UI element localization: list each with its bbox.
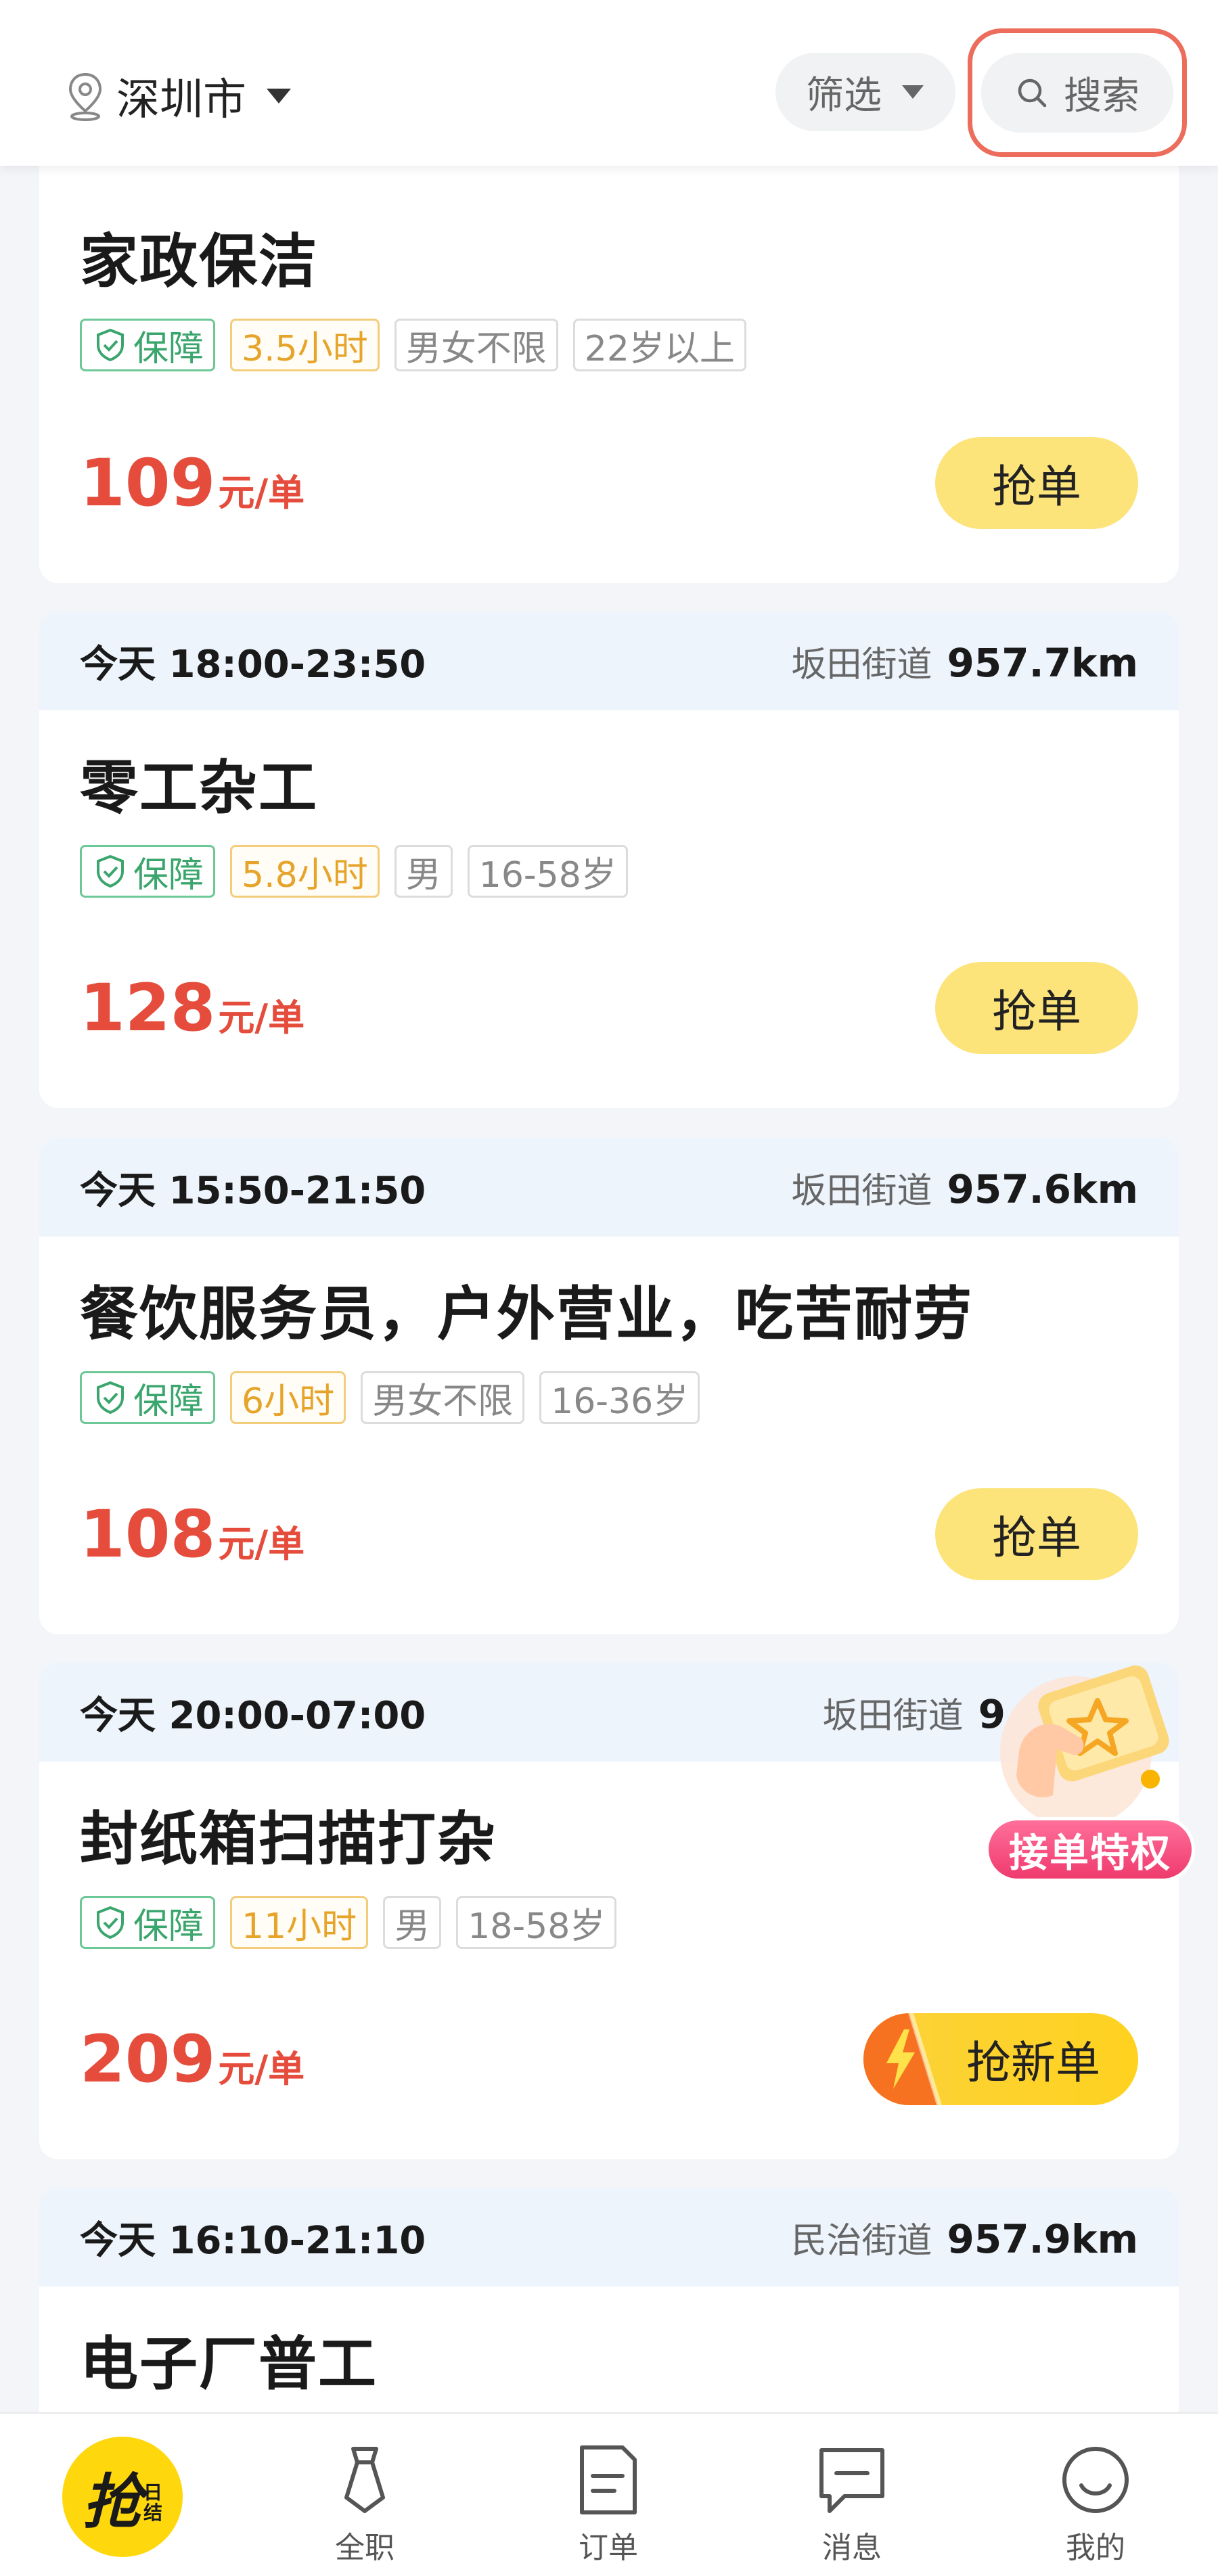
job-price: 108 元/单 xyxy=(80,1496,305,1572)
job-time: 今天 15:50-21:50 xyxy=(80,1168,426,1213)
filter-label: 筛选 xyxy=(806,73,882,118)
badge-label: 接单特权 xyxy=(985,1817,1195,1882)
job-tags: 保障 5.8小时 男 16-58岁 xyxy=(80,845,1138,898)
job-tags: 保障 11小时 男 18-58岁 xyxy=(80,1896,1138,1949)
job-tags: 保障 6小时 男女不限 16-36岁 xyxy=(80,1371,1138,1424)
job-location: 坂田街道 957.6km xyxy=(791,1166,1138,1212)
tie-icon xyxy=(344,2447,385,2513)
grab-order-button[interactable]: 抢单 xyxy=(935,437,1138,529)
caret-down-icon xyxy=(267,89,291,104)
chat-icon xyxy=(819,2448,884,2513)
search-icon xyxy=(1018,78,1047,108)
city-selector[interactable]: 深圳市 xyxy=(64,65,292,127)
order-privilege-badge[interactable]: 接单特权 xyxy=(981,1651,1204,1887)
grab-order-button[interactable]: 抢单 xyxy=(935,962,1138,1054)
job-title: 零工杂工 xyxy=(80,754,318,822)
guarantee-tag: 保障 xyxy=(80,1371,216,1424)
guarantee-tag: 保障 xyxy=(80,845,216,898)
age-tag: 22岁以上 xyxy=(572,319,746,371)
hours-tag: 6小时 xyxy=(230,1371,346,1424)
job-time: 今天 16:10-21:10 xyxy=(80,2218,426,2263)
search-button[interactable]: 搜索 xyxy=(981,53,1173,133)
bottom-nav: 抢 日 结 全职 订单 消息 我的 xyxy=(0,2412,1218,2576)
job-price: 209 元/单 xyxy=(80,2021,305,2097)
nav-grab-daily[interactable]: 抢 日 结 xyxy=(62,2437,183,2557)
gender-tag: 男 xyxy=(383,1896,442,1949)
job-location: 坂田街道 957.7km xyxy=(791,639,1138,686)
job-time: 今天 18:00-23:50 xyxy=(80,642,426,687)
guarantee-tag: 保障 xyxy=(80,1896,216,1949)
job-schedule-bar: 今天 15:50-21:50 坂田街道 957.6km xyxy=(39,1138,1179,1237)
grab-order-button[interactable]: 抢单 xyxy=(935,1488,1138,1580)
job-title: 餐饮服务员，户外营业，吃苦耐劳 xyxy=(80,1281,973,1348)
document-icon xyxy=(580,2445,637,2514)
job-title: 电子厂普工 xyxy=(80,2330,378,2398)
shield-check-icon xyxy=(97,328,124,362)
job-title: 家政保洁 xyxy=(80,228,318,296)
job-time: 今天 20:00-07:00 xyxy=(80,1693,426,1738)
hours-tag: 5.8小时 xyxy=(230,845,380,898)
search-button-highlight[interactable]: 搜索 xyxy=(968,28,1187,157)
age-tag: 18-58岁 xyxy=(456,1896,617,1949)
grab-logo-subtext: 日 结 xyxy=(143,2481,163,2524)
shield-check-icon xyxy=(97,1381,124,1414)
guarantee-tag: 保障 xyxy=(80,319,216,371)
gender-tag: 男女不限 xyxy=(361,1371,525,1424)
shield-check-icon xyxy=(97,1906,124,1939)
hours-tag: 3.5小时 xyxy=(230,319,380,371)
nav-item-fulltime[interactable]: 全职 xyxy=(328,2414,402,2576)
job-price: 109 元/单 xyxy=(80,445,305,521)
nav-item-profile[interactable]: 我的 xyxy=(1058,2414,1133,2576)
filter-button[interactable]: 筛选 xyxy=(775,53,955,131)
job-card[interactable]: 家政保洁 保障 3.5小时 男女不限 22岁以上 109 元/单 抢单 xyxy=(39,135,1179,583)
job-location: 民治街道 957.9km xyxy=(791,2215,1138,2262)
age-tag: 16-58岁 xyxy=(467,845,628,898)
nav-item-messages[interactable]: 消息 xyxy=(815,2414,889,2576)
location-pin-icon xyxy=(68,72,102,121)
smiley-icon xyxy=(1062,2447,1129,2513)
city-name: 深圳市 xyxy=(116,75,246,125)
caret-down-icon xyxy=(902,85,924,99)
gender-tag: 男女不限 xyxy=(394,319,558,371)
job-card[interactable]: 今天 15:50-21:50 坂田街道 957.6km 餐饮服务员，户外营业，吃… xyxy=(39,1138,1179,1634)
job-location: 坂田街道 9 xyxy=(822,1690,1006,1737)
nav-item-orders[interactable]: 订单 xyxy=(571,2414,646,2576)
job-card[interactable]: 今天 18:00-23:50 坂田街道 957.7km 零工杂工 保障 5.8小… xyxy=(39,612,1179,1108)
search-label: 搜索 xyxy=(1064,74,1140,118)
job-tags: 保障 3.5小时 男女不限 22岁以上 xyxy=(80,319,1138,371)
job-schedule-bar: 今天 16:10-21:10 民治街道 957.9km xyxy=(39,2188,1179,2286)
lightning-icon xyxy=(863,2013,942,2105)
job-title: 封纸箱扫描打杂 xyxy=(80,1806,497,1873)
shield-check-icon xyxy=(97,854,124,888)
job-price: 128 元/单 xyxy=(80,970,305,1046)
top-header: 深圳市 筛选 搜索 xyxy=(0,0,1218,166)
grab-logo-text: 抢 xyxy=(82,2466,142,2537)
age-tag: 16-36岁 xyxy=(539,1371,700,1424)
job-schedule-bar: 今天 18:00-23:50 坂田街道 957.7km xyxy=(39,612,1179,710)
gender-tag: 男 xyxy=(394,845,453,898)
grab-new-order-button[interactable]: 抢新单 xyxy=(863,2013,1138,2105)
hours-tag: 11小时 xyxy=(230,1896,369,1949)
